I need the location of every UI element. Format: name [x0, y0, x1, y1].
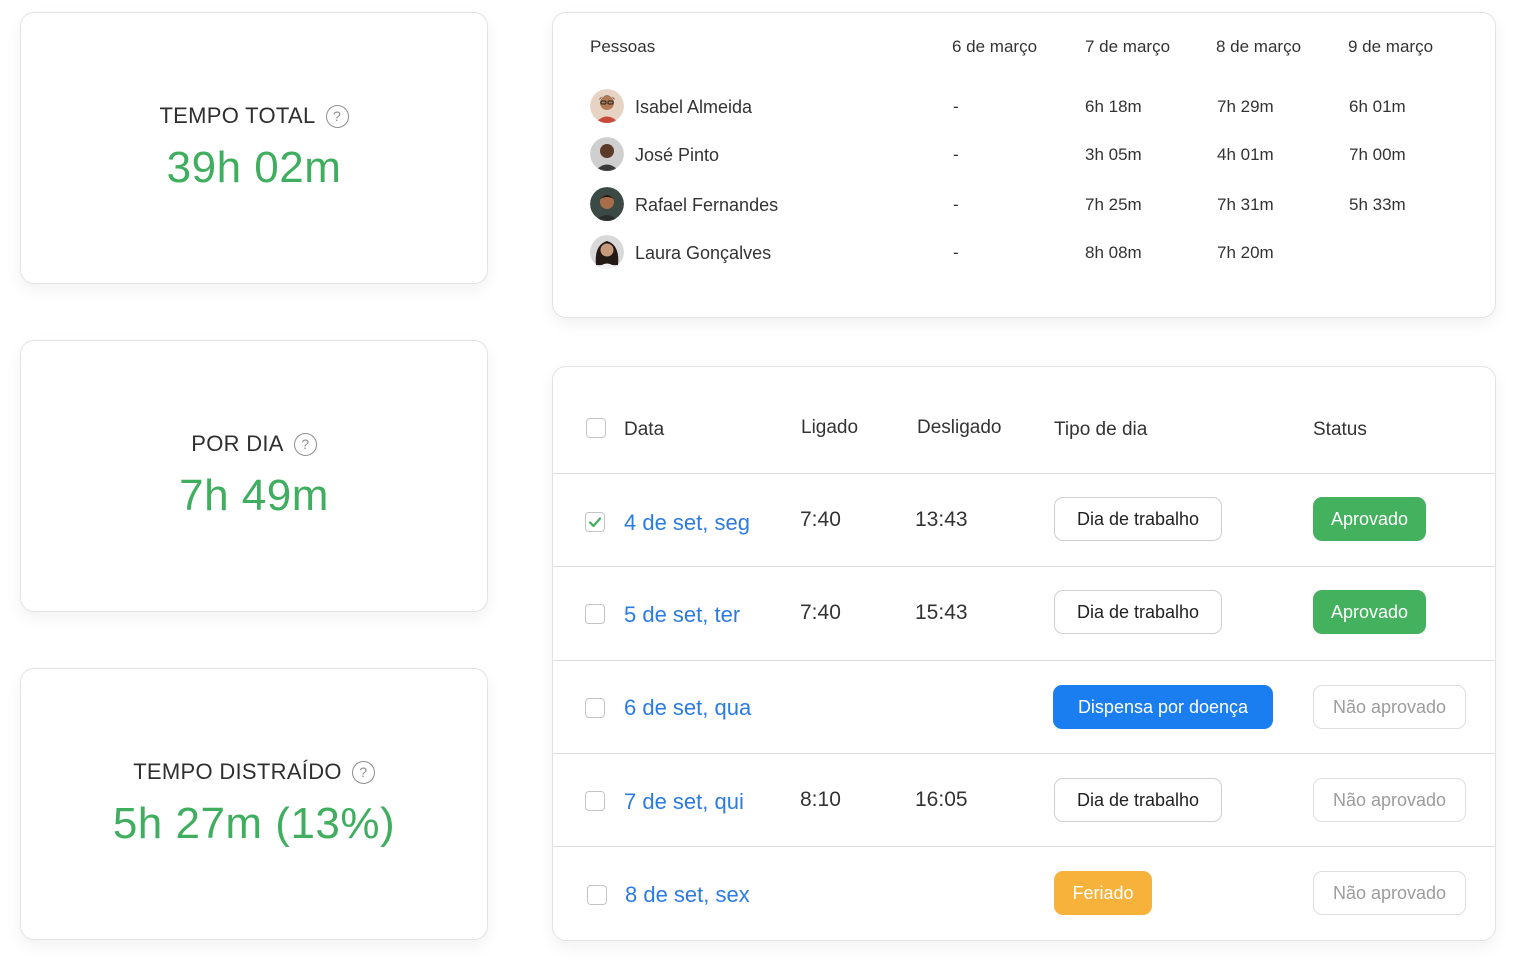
day-type-badge[interactable]: Dia de trabalho	[1054, 497, 1222, 541]
row-checkbox[interactable]	[587, 885, 607, 905]
stat-label: POR DIA	[191, 431, 284, 456]
hours-cell: 7h 20m	[1217, 243, 1274, 262]
column-header-date: Data	[624, 419, 665, 440]
day-type-badge[interactable]: Feriado	[1054, 871, 1152, 915]
day-type-badge[interactable]: Dispensa por doença	[1053, 685, 1273, 729]
table-row[interactable]: 4 de set, seg 7:40 13:43 Dia de trabalho…	[553, 473, 1495, 566]
clock-in-time: 8:10	[800, 788, 841, 811]
hours-cell: 7h 29m	[1217, 97, 1274, 116]
row-checkbox[interactable]	[585, 791, 605, 811]
person-name: Isabel Almeida	[635, 97, 753, 117]
stat-card-per-day: POR DIA ? 7h 49m	[20, 340, 488, 612]
stat-label-row: TEMPO TOTAL ?	[159, 103, 349, 129]
date-link[interactable]: 6 de set, qua	[624, 695, 751, 721]
date-link[interactable]: 5 de set, ter	[624, 602, 740, 628]
help-icon[interactable]: ?	[293, 432, 317, 456]
table-row[interactable]: Laura Gonçalves - 8h 08m 7h 20m	[553, 235, 1495, 271]
stat-value: 5h 27m (13%)	[112, 799, 396, 848]
stat-value: 39h 02m	[166, 143, 342, 192]
table-row[interactable]: Rafael Fernandes - 7h 25m 7h 31m 5h 33m	[553, 187, 1495, 223]
column-header-day-type: Tipo de dia	[1054, 419, 1148, 440]
hours-cell: 7h 31m	[1217, 195, 1274, 214]
hours-cell: 6h 01m	[1349, 97, 1406, 116]
avatar	[590, 89, 624, 123]
hours-cell: 8h 08m	[1085, 243, 1142, 262]
status-badge[interactable]: Não aprovado	[1313, 871, 1466, 915]
stat-card-distracted-time: TEMPO DISTRAÍDO ? 5h 27m (13%)	[20, 668, 488, 940]
row-checkbox[interactable]	[585, 512, 605, 532]
hours-cell: 6h 18m	[1085, 97, 1142, 116]
people-hours-table: Pessoas 6 de março 7 de março 8 de março…	[552, 12, 1496, 318]
check-icon	[588, 517, 602, 528]
table-row[interactable]: 7 de set, qui 8:10 16:05 Dia de trabalho…	[553, 753, 1495, 846]
table-row[interactable]: 8 de set, sex Feriado Não aprovado	[553, 846, 1495, 939]
date-link[interactable]: 8 de set, sex	[625, 882, 750, 908]
table-row[interactable]: José Pinto - 3h 05m 4h 01m 7h 00m	[553, 137, 1495, 173]
column-header-date: 7 de março	[1085, 37, 1171, 56]
date-link[interactable]: 4 de set, seg	[624, 510, 750, 536]
table-row[interactable]: Isabel Almeida - 6h 18m 7h 29m 6h 01m	[553, 89, 1495, 125]
hours-cell: 7h 25m	[1085, 195, 1142, 214]
hours-cell: 5h 33m	[1349, 195, 1406, 214]
avatar	[590, 187, 624, 221]
avatar	[590, 235, 624, 269]
clock-out-time: 13:43	[915, 508, 968, 531]
hours-cell: -	[953, 97, 959, 116]
status-badge[interactable]: Aprovado	[1313, 497, 1426, 541]
column-header-status: Status	[1313, 419, 1367, 440]
person-name: Laura Gonçalves	[635, 243, 772, 263]
column-header-date: 9 de março	[1348, 37, 1434, 56]
select-all-checkbox[interactable]	[586, 418, 606, 438]
day-type-badge[interactable]: Dia de trabalho	[1054, 590, 1222, 634]
row-checkbox[interactable]	[585, 698, 605, 718]
hours-cell: -	[953, 243, 959, 262]
column-header-on: Ligado	[801, 417, 859, 438]
table-row[interactable]: 5 de set, ter 7:40 15:43 Dia de trabalho…	[553, 566, 1495, 659]
person-name: Rafael Fernandes	[635, 195, 779, 215]
clock-out-time: 15:43	[915, 601, 968, 624]
clock-out-time: 16:05	[915, 788, 968, 811]
stat-label: TEMPO TOTAL	[159, 103, 316, 128]
person-name: José Pinto	[635, 145, 720, 165]
stat-value: 7h 49m	[179, 471, 329, 520]
avatar	[590, 137, 624, 171]
stat-label-row: TEMPO DISTRAÍDO ?	[133, 759, 375, 785]
day-type-badge[interactable]: Dia de trabalho	[1054, 778, 1222, 822]
status-badge[interactable]: Aprovado	[1313, 590, 1426, 634]
stat-label: TEMPO DISTRAÍDO	[133, 759, 342, 784]
hours-cell: 7h 00m	[1349, 145, 1406, 164]
date-link[interactable]: 7 de set, qui	[624, 789, 744, 815]
status-badge[interactable]: Não aprovado	[1313, 778, 1466, 822]
help-icon[interactable]: ?	[351, 760, 375, 784]
hours-cell: 4h 01m	[1217, 145, 1274, 164]
column-header-date: 6 de março	[952, 37, 1038, 56]
stat-card-total-time: TEMPO TOTAL ? 39h 02m	[20, 12, 488, 284]
column-header-people: Pessoas	[590, 37, 656, 56]
column-header-date: 8 de março	[1216, 37, 1302, 56]
clock-in-time: 7:40	[800, 601, 841, 624]
stat-label-row: POR DIA ?	[191, 431, 317, 457]
status-badge[interactable]: Não aprovado	[1313, 685, 1466, 729]
hours-cell: -	[953, 195, 959, 214]
hours-cell: 3h 05m	[1085, 145, 1142, 164]
hours-cell: -	[953, 145, 959, 164]
table-row[interactable]: 6 de set, qua Dispensa por doença Não ap…	[553, 660, 1495, 753]
column-header-off: Desligado	[917, 417, 1002, 438]
clock-in-time: 7:40	[800, 508, 841, 531]
help-icon[interactable]: ?	[325, 104, 349, 128]
row-checkbox[interactable]	[585, 604, 605, 624]
timesheet-table: Data Ligado Desligado Tipo de dia Status…	[552, 366, 1496, 941]
